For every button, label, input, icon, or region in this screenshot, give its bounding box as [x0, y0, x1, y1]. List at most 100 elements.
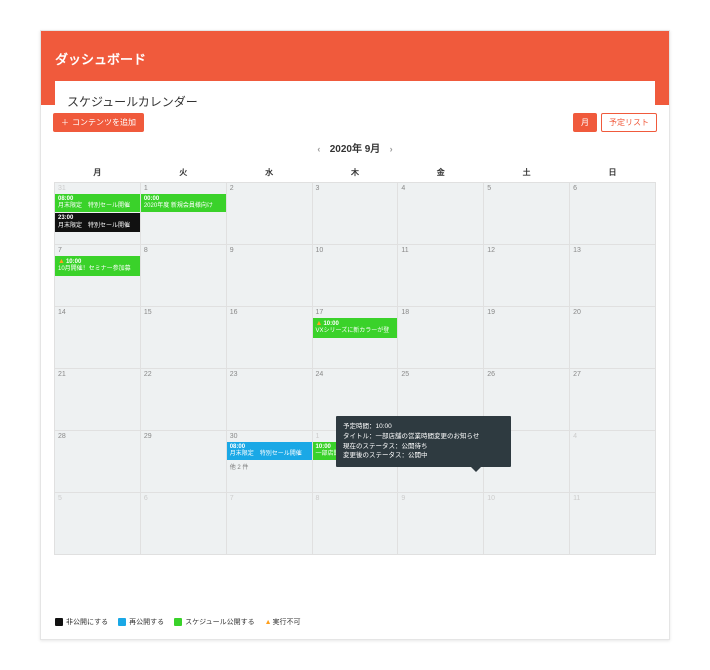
- calendar-event[interactable]: 00:002020年度 新規会員様向け: [141, 194, 226, 212]
- day-cell[interactable]: 4: [398, 183, 484, 245]
- section-title: スケジュールカレンダー: [67, 93, 643, 110]
- day-cell[interactable]: 3: [312, 183, 398, 245]
- day-number: 31: [55, 183, 140, 194]
- more-events-link[interactable]: 他 2 件: [227, 461, 312, 472]
- day-cell[interactable]: 15: [140, 307, 226, 369]
- tooltip-time: 予定時間：10:00: [343, 422, 504, 432]
- prev-month-button[interactable]: ‹: [311, 144, 327, 154]
- day-number: 29: [141, 431, 226, 442]
- day-number: 22: [141, 369, 226, 380]
- day-cell[interactable]: 21: [55, 369, 141, 431]
- day-cell[interactable]: 27: [570, 369, 656, 431]
- day-cell[interactable]: 16: [226, 307, 312, 369]
- event-text: 月末限定 特別セール開催: [58, 223, 130, 229]
- tooltip-status: 現在のステータス：公開待ち: [343, 442, 504, 452]
- event-time: 10:00: [66, 259, 81, 265]
- weekday-header: 火: [140, 163, 226, 183]
- weekday-header: 土: [484, 163, 570, 183]
- day-number: 24: [313, 369, 398, 380]
- day-number: 30: [227, 431, 312, 442]
- day-cell[interactable]: 22: [140, 369, 226, 431]
- day-number: 11: [398, 245, 483, 256]
- day-number: 13: [570, 245, 655, 256]
- calendar-event[interactable]: ▲10:00VXシリーズに新カラーが登: [313, 318, 398, 338]
- legend-item-green: スケジュール公開する: [174, 617, 255, 627]
- day-number: 12: [484, 245, 569, 256]
- day-number: 6: [570, 183, 655, 194]
- tooltip-title: タイトル：一部店舗の営業時間変更のお知らせ: [343, 432, 504, 442]
- calendar-event[interactable]: 23:00月末限定 特別セール開催: [55, 213, 140, 231]
- day-cell[interactable]: 3108:00月末限定 特別セール開催23:00月末限定 特別セール開催: [55, 183, 141, 245]
- day-cell[interactable]: 9: [226, 245, 312, 307]
- day-cell[interactable]: 29: [140, 431, 226, 493]
- event-text: 月末限定 特別セール開催: [58, 203, 130, 209]
- tooltip-next: 変更後のステータス：公開中: [343, 451, 504, 461]
- day-cell[interactable]: 10: [484, 493, 570, 555]
- day-cell[interactable]: 20: [570, 307, 656, 369]
- day-cell[interactable]: 3008:00月末限定 特別セール開催他 2 件: [226, 431, 312, 493]
- day-cell[interactable]: 8: [140, 245, 226, 307]
- day-number: 9: [398, 493, 483, 504]
- day-number: 28: [55, 431, 140, 442]
- event-tooltip: 予定時間：10:00 タイトル：一部店舗の営業時間変更のお知らせ 現在のステータ…: [336, 416, 511, 467]
- event-time: 08:00: [58, 196, 73, 202]
- day-number: 4: [570, 431, 655, 442]
- day-cell[interactable]: 2: [226, 183, 312, 245]
- day-number: 10: [484, 493, 569, 504]
- section-header: スケジュールカレンダー: [55, 81, 655, 110]
- next-month-button[interactable]: ›: [383, 144, 399, 154]
- day-cell[interactable]: 7: [226, 493, 312, 555]
- day-cell[interactable]: 5: [484, 183, 570, 245]
- day-cell[interactable]: 9: [398, 493, 484, 555]
- event-time: 08:00: [230, 444, 245, 450]
- weekday-header: 日: [570, 163, 656, 183]
- day-cell[interactable]: 8: [312, 493, 398, 555]
- day-cell[interactable]: 17▲10:00VXシリーズに新カラーが登: [312, 307, 398, 369]
- calendar-event[interactable]: 08:00月末限定 特別セール開催: [55, 194, 140, 212]
- day-number: 10: [313, 245, 398, 256]
- add-content-label: コンテンツを追加: [72, 117, 136, 128]
- day-cell[interactable]: 19: [484, 307, 570, 369]
- weekday-header: 水: [226, 163, 312, 183]
- day-cell[interactable]: 6: [140, 493, 226, 555]
- day-number: 2: [227, 183, 312, 194]
- event-text: 2020年度 新規会員様向け: [144, 203, 213, 209]
- square-icon: [55, 618, 63, 626]
- calendar-event[interactable]: ▲10:0010月開催！セミナー参加募: [55, 256, 140, 276]
- warning-icon: ▲: [58, 258, 65, 265]
- calendar-grid: 月火水木金土日 3108:00月末限定 特別セール開催23:00月末限定 特別セ…: [54, 163, 656, 555]
- day-number: 25: [398, 369, 483, 380]
- day-cell[interactable]: 13: [570, 245, 656, 307]
- day-number: 6: [141, 493, 226, 504]
- calendar-period: 2020年 9月: [330, 144, 381, 155]
- day-number: 7: [55, 245, 140, 256]
- day-cell[interactable]: 28: [55, 431, 141, 493]
- day-cell[interactable]: 14: [55, 307, 141, 369]
- legend-item-warn: ▲実行不可: [265, 617, 301, 627]
- calendar-nav: ‹ 2020年 9月 ›: [41, 140, 669, 155]
- day-cell[interactable]: 6: [570, 183, 656, 245]
- day-number: 9: [227, 245, 312, 256]
- day-cell[interactable]: 4: [570, 431, 656, 493]
- day-cell[interactable]: 23: [226, 369, 312, 431]
- event-time: 10:00: [323, 321, 338, 327]
- day-number: 18: [398, 307, 483, 318]
- day-number: 7: [227, 493, 312, 504]
- day-cell[interactable]: 7▲10:0010月開催！セミナー参加募: [55, 245, 141, 307]
- view-month-button[interactable]: 月: [573, 113, 597, 132]
- day-cell[interactable]: 5: [55, 493, 141, 555]
- day-cell[interactable]: 11: [570, 493, 656, 555]
- day-cell[interactable]: 11: [398, 245, 484, 307]
- day-cell[interactable]: 18: [398, 307, 484, 369]
- day-number: 4: [398, 183, 483, 194]
- view-list-button[interactable]: 予定リスト: [601, 113, 657, 132]
- day-cell[interactable]: 10: [312, 245, 398, 307]
- plus-icon: ＋: [61, 117, 69, 128]
- add-content-button[interactable]: ＋ コンテンツを追加: [53, 113, 144, 132]
- view-switch: 月 予定リスト: [573, 113, 657, 132]
- day-number: 14: [55, 307, 140, 318]
- day-cell[interactable]: 100:002020年度 新規会員様向け: [140, 183, 226, 245]
- calendar-event[interactable]: 08:00月末限定 特別セール開催: [227, 442, 312, 460]
- day-cell[interactable]: 12: [484, 245, 570, 307]
- day-number: 11: [570, 493, 655, 504]
